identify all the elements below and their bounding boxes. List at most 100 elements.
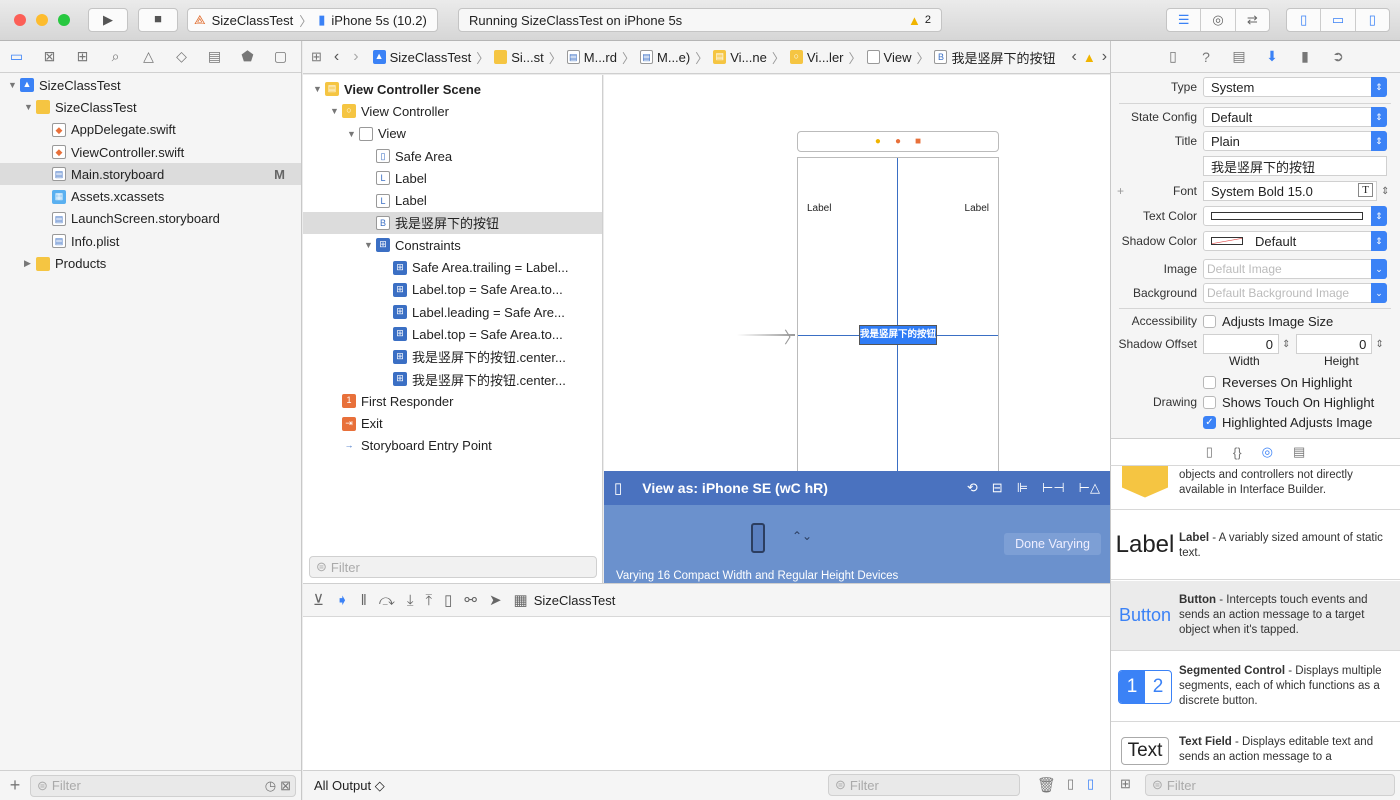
connections-inspector-icon[interactable]: ➲: [1322, 48, 1355, 65]
folder-icon[interactable]: ▭: [0, 48, 33, 65]
outline-filter-input[interactable]: ⊜ Filter: [309, 556, 597, 578]
view-controller-icon[interactable]: ●: [875, 136, 881, 147]
warning-icon[interactable]: ▲: [1083, 50, 1096, 65]
object-library-icon[interactable]: ◎: [1262, 444, 1273, 460]
trash-icon[interactable]: 🗑: [1037, 776, 1056, 794]
shadow-height-field[interactable]: 0: [1296, 334, 1373, 354]
outline-item[interactable]: ⊞ Label.top = Safe Area.to...: [303, 323, 602, 345]
disclosure-open-icon[interactable]: ▼: [330, 106, 342, 116]
console-view-icon[interactable]: ▯: [1087, 776, 1094, 792]
resolve-issues-icon[interactable]: ⊢△: [1079, 480, 1100, 496]
state-config-popup[interactable]: Default ⇕: [1203, 107, 1387, 127]
breadcrumb-item[interactable]: ▤ M...e): [640, 48, 690, 67]
disclosure-open-icon[interactable]: ▼: [313, 84, 325, 94]
shows-touch-checkbox[interactable]: [1203, 395, 1216, 409]
file-tree-item[interactable]: ▶ Products: [0, 252, 301, 274]
version-editor-icon[interactable]: ⇄: [1234, 9, 1269, 31]
attributes-inspector-icon[interactable]: ⬇: [1256, 48, 1289, 65]
outline-item[interactable]: ⊞ 我是竖屏下的按钮.center...: [303, 346, 602, 368]
help-icon[interactable]: ?: [1190, 49, 1223, 65]
grid-view-icon[interactable]: ⊞: [1120, 776, 1131, 792]
file-tree-item[interactable]: ▤ LaunchScreen.storyboard: [0, 208, 301, 230]
file-inspector-icon[interactable]: ▯: [1157, 48, 1190, 65]
font-size-stepper[interactable]: ⇕: [1381, 186, 1389, 197]
outline-item[interactable]: ▼ ⊞ Constraints: [303, 234, 602, 256]
label-left[interactable]: Label: [807, 203, 831, 214]
scheme-selector[interactable]: ⟁ SizeClassTest 〉 ▮ iPhone 5s (10.2): [187, 8, 438, 32]
breadcrumb-item[interactable]: View: [866, 48, 911, 67]
outline-item[interactable]: ▯ Safe Area: [303, 145, 602, 167]
run-button[interactable]: ▶: [88, 8, 128, 32]
view-controller-frame[interactable]: Label Label 我是竖屏下的按钮: [797, 157, 999, 471]
console-filter-input[interactable]: ⊜ Filter: [828, 774, 1020, 796]
media-library-icon[interactable]: ▤: [1293, 444, 1305, 460]
width-stepper[interactable]: ⇕: [1282, 339, 1290, 350]
debug-target[interactable]: SizeClassTest: [534, 593, 616, 608]
memory-graph-icon[interactable]: ⚯: [464, 591, 477, 609]
output-selector[interactable]: All Output ◇: [314, 778, 385, 794]
step-out-icon[interactable]: ⤒: [425, 592, 432, 609]
library-item-external-object[interactable]: objects and controllers not directly ava…: [1111, 466, 1400, 510]
disclosure-open-icon[interactable]: ▼: [347, 129, 359, 139]
console-output[interactable]: [303, 617, 1110, 770]
add-constraints-icon[interactable]: ⊢⊣: [1042, 480, 1065, 496]
orientation-stepper-icon[interactable]: ⌃⌄: [792, 529, 812, 543]
library-filter-input[interactable]: ⊜ Filter: [1145, 774, 1395, 796]
exit-icon[interactable]: ■: [915, 136, 921, 147]
identity-inspector-icon[interactable]: ▤: [1223, 48, 1256, 65]
breadcrumb-item[interactable]: ○ Vi...ler: [789, 48, 844, 67]
location-icon[interactable]: ➤: [489, 591, 502, 609]
recent-icon[interactable]: ◷: [265, 778, 276, 794]
outline-item[interactable]: L Label: [303, 167, 602, 189]
debug-toggle-icon[interactable]: ▭: [1320, 9, 1354, 31]
file-template-icon[interactable]: ▯: [1206, 444, 1213, 460]
variables-view-icon[interactable]: ▯: [1067, 776, 1074, 792]
background-combo[interactable]: Default Background Image ⌄: [1203, 283, 1387, 303]
outline-item[interactable]: ▼ ▤ View Controller Scene: [303, 78, 602, 100]
breakpoint-icon[interactable]: ⬟: [231, 48, 264, 65]
view-debugger-icon[interactable]: ▯: [444, 591, 452, 609]
outline-item[interactable]: L Label: [303, 189, 602, 211]
next-issue-icon[interactable]: ›: [1102, 48, 1107, 66]
step-over-icon[interactable]: ⤼: [379, 592, 395, 609]
add-icon[interactable]: +: [0, 775, 30, 796]
prev-issue-icon[interactable]: ‹: [1072, 48, 1077, 66]
forward-icon[interactable]: ›: [353, 48, 358, 66]
library-item-text-field[interactable]: Text Text Field - Displays editable text…: [1111, 723, 1400, 770]
breadcrumb-item[interactable]: B 我是竖屏下的按钮: [934, 48, 1056, 67]
vertical-center-constraint[interactable]: [897, 158, 898, 471]
code-snippet-icon[interactable]: {}: [1233, 445, 1242, 460]
outline-item[interactable]: ⇥ Exit: [303, 412, 602, 434]
size-inspector-icon[interactable]: ▮: [1289, 48, 1322, 65]
type-popup[interactable]: System ⇕: [1203, 77, 1387, 97]
hide-debug-icon[interactable]: ⊻: [313, 591, 324, 609]
breadcrumb-item[interactable]: ▤ Vi...ne: [713, 48, 767, 67]
stop-button[interactable]: ■: [138, 8, 178, 32]
done-varying-button[interactable]: Done Varying: [1004, 533, 1101, 555]
source-control-icon[interactable]: ⊠: [33, 48, 66, 65]
outline-item[interactable]: ⊞ Label.leading = Safe Are...: [303, 301, 602, 323]
file-tree-item[interactable]: ▼ ▲ SizeClassTest: [0, 74, 301, 96]
embed-icon[interactable]: ⊟: [992, 480, 1003, 496]
minimize-window-button[interactable]: [36, 14, 48, 26]
utilities-toggle-icon[interactable]: ▯: [1354, 9, 1389, 31]
shadow-width-field[interactable]: 0: [1203, 334, 1279, 354]
image-combo[interactable]: Default Image ⌄: [1203, 259, 1387, 279]
outline-item[interactable]: ▼ View: [303, 123, 602, 145]
title-text-field[interactable]: 我是竖屏下的按钮: [1203, 156, 1387, 176]
pause-icon[interactable]: ‖: [361, 592, 367, 609]
outline-item[interactable]: 1 First Responder: [303, 390, 602, 412]
disclosure-closed-icon[interactable]: ▶: [24, 258, 36, 269]
navigator-toggle-icon[interactable]: ▯: [1287, 9, 1320, 31]
disclosure-open-icon[interactable]: ▼: [8, 80, 20, 90]
symbol-icon[interactable]: ⊞: [66, 48, 99, 65]
add-variation-icon[interactable]: +: [1111, 184, 1124, 198]
library-item-label[interactable]: Label Label - A variably sized amount of…: [1111, 510, 1400, 580]
debug-icon[interactable]: ▤: [198, 48, 231, 65]
iphone-device-icon[interactable]: [751, 523, 765, 553]
step-into-icon[interactable]: ⤓: [407, 592, 414, 609]
zoom-window-button[interactable]: [58, 14, 70, 26]
highlighted-adjusts-checkbox[interactable]: ✓: [1203, 415, 1216, 429]
sidebar-toggle-icon[interactable]: ▯: [614, 479, 622, 497]
font-field[interactable]: System Bold 15.0 T: [1203, 181, 1377, 201]
